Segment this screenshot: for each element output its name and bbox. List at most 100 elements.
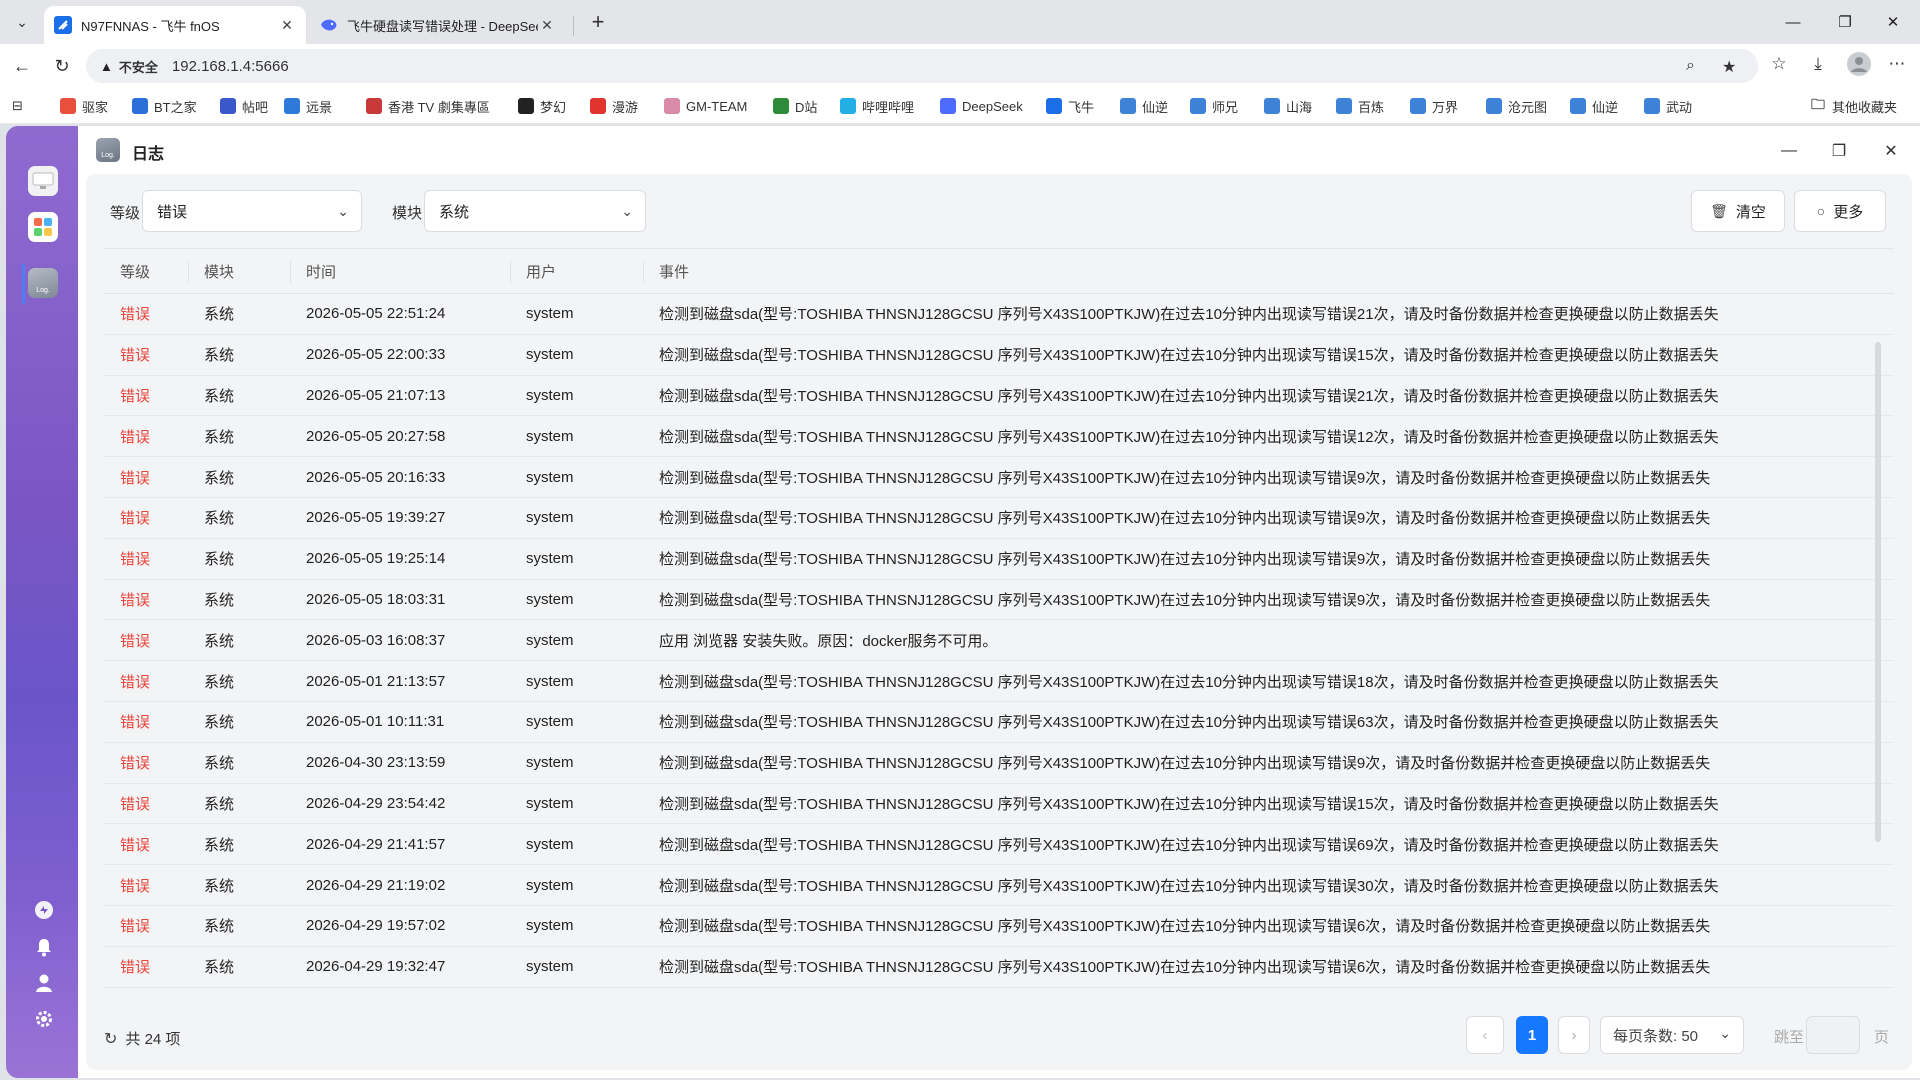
table-row[interactable]: 错误 系统 2026-05-05 22:51:24 system 检测到磁盘sda(型号… xyxy=(104,294,1894,335)
window-title: 日志 xyxy=(132,146,165,163)
bookmark-item[interactable]: 梦幻 xyxy=(518,96,566,116)
bookmark-item[interactable]: 飞牛 xyxy=(1046,96,1094,116)
column-header-time[interactable]: 时间 xyxy=(290,249,510,293)
page-size-select[interactable]: 每页条数: 50 ⌄ xyxy=(1600,1016,1744,1054)
address-bar[interactable]: ▲ 不安全 192.168.1.4:5666 ⌕ ★ xyxy=(86,49,1758,83)
page-1-button[interactable]: 1 xyxy=(1516,1016,1548,1054)
new-tab-icon[interactable]: + xyxy=(584,8,612,36)
tab-fnos[interactable]: N97FNNAS - 飞牛 fnOS ✕ xyxy=(44,6,306,44)
cell-level: 错误 xyxy=(120,551,151,569)
table-row[interactable]: 错误 系统 2026-05-05 19:25:14 system 检测到磁盘sda(型号… xyxy=(104,539,1894,580)
bookmark-item[interactable]: 驱家 xyxy=(60,96,108,116)
jump-page-input[interactable] xyxy=(1806,1016,1860,1054)
table-row[interactable]: 错误 系统 2026-05-05 21:07:13 system 检测到磁盘sda(型号… xyxy=(104,376,1894,417)
cell-user: system xyxy=(526,672,574,690)
cell-time: 2026-04-30 23:13:59 xyxy=(306,754,446,772)
favorite-star-icon[interactable]: ★ xyxy=(1722,57,1736,77)
table-body: 错误 系统 2026-05-05 22:51:24 system 检测到磁盘sda(型号… xyxy=(104,294,1894,988)
favorites-icon[interactable]: ☆ xyxy=(1766,54,1792,74)
bookmarks-toggle-icon[interactable]: ⊟ xyxy=(12,96,23,116)
restore-icon[interactable]: ❐ xyxy=(1818,0,1872,44)
table-row[interactable]: 错误 系统 2026-04-29 21:19:02 system 检测到磁盘sda(型号… xyxy=(104,865,1894,906)
deepseek-favicon-icon xyxy=(320,16,338,34)
tab-close-icon[interactable]: ✕ xyxy=(538,17,556,34)
bookmark-item[interactable]: 万界 xyxy=(1410,96,1458,116)
security-label: 不安全 xyxy=(118,59,158,75)
zoom-icon[interactable]: ⌕ xyxy=(1686,57,1695,75)
table-row[interactable]: 错误 系统 2026-04-29 19:32:47 system 检测到磁盘sda(型号… xyxy=(104,947,1894,988)
table-row[interactable]: 错误 系统 2026-05-05 20:16:33 system 检测到磁盘sda(型号… xyxy=(104,457,1894,498)
bookmark-item[interactable]: 远景 xyxy=(284,96,332,116)
url-text[interactable]: 192.168.1.4:5666 xyxy=(172,58,289,75)
table-row[interactable]: 错误 系统 2026-04-29 19:57:02 system 检测到磁盘sda(型号… xyxy=(104,906,1894,947)
next-page-button[interactable]: › xyxy=(1558,1016,1590,1054)
bookmark-label: 飞牛 xyxy=(1068,99,1095,115)
bookmark-item[interactable]: 帖吧 xyxy=(220,96,268,116)
table-row[interactable]: 错误 系统 2026-05-05 22:00:33 system 检测到磁盘sda(型号… xyxy=(104,335,1894,376)
column-header-level[interactable]: 等级 xyxy=(104,249,188,293)
column-header-module[interactable]: 模块 xyxy=(188,249,290,293)
minimize-icon[interactable]: — xyxy=(1766,0,1820,44)
bookmark-item[interactable]: 山海 xyxy=(1264,96,1312,116)
notification-bell-icon[interactable] xyxy=(33,936,55,958)
table-scrollbar[interactable] xyxy=(1875,342,1881,842)
window-maximize-icon[interactable]: ❐ xyxy=(1824,136,1854,166)
reload-icon[interactable]: ↻ xyxy=(46,50,78,82)
table-row[interactable]: 错误 系统 2026-05-03 16:08:37 system 应用 浏览器 安装失败… xyxy=(104,620,1894,662)
bookmark-item[interactable]: GM-TEAM xyxy=(664,96,747,116)
bookmark-item[interactable]: D站 xyxy=(773,96,817,116)
window-titlebar[interactable]: Log. 日志 — ❐ ✕ xyxy=(78,126,1920,174)
download-icon[interactable]: ⤓ xyxy=(1805,54,1831,74)
desktop-monitor-icon[interactable] xyxy=(28,166,58,196)
table-row[interactable]: 错误 系统 2026-05-01 10:11:31 system 检测到磁盘sda(型号… xyxy=(104,702,1894,743)
settings-gear-icon[interactable] xyxy=(33,1008,55,1030)
table-row[interactable]: 错误 系统 2026-05-05 19:39:27 system 检测到磁盘sda(型号… xyxy=(104,498,1894,539)
tab-deepseek[interactable]: 飞牛硬盘读写错误处理 - DeepSeek ✕ xyxy=(310,6,566,44)
table-row[interactable]: 错误 系统 2026-05-05 18:03:31 system 检测到磁盘sda(型号… xyxy=(104,580,1894,621)
column-header-event[interactable]: 事件 xyxy=(643,249,1894,293)
other-bookmarks[interactable]: 🗀 其他收藏夹 xyxy=(1810,96,1897,116)
bookmark-favicon-icon xyxy=(1486,98,1502,114)
table-row[interactable]: 错误 系统 2026-05-01 21:13:57 system 检测到磁盘sda(型号… xyxy=(104,661,1894,702)
bookmark-item[interactable]: 哔哩哔哩 xyxy=(840,96,914,116)
log-app-icon[interactable]: Log. xyxy=(28,268,58,298)
table-row[interactable]: 错误 系统 2026-04-30 23:13:59 system 检测到磁盘sda(型号… xyxy=(104,743,1894,784)
refresh-icon[interactable]: ↻ xyxy=(104,1029,117,1049)
avatar-icon[interactable] xyxy=(1846,52,1872,81)
cell-user: system xyxy=(526,468,574,486)
back-icon[interactable]: ← xyxy=(6,50,38,82)
window-close-icon[interactable]: ✕ xyxy=(1876,136,1906,166)
user-icon[interactable] xyxy=(33,972,55,994)
table-row[interactable]: 错误 系统 2026-04-29 23:54:42 system 检测到磁盘sda(型号… xyxy=(104,784,1894,825)
bookmark-item[interactable]: 仙逆 xyxy=(1120,96,1168,116)
sync-icon[interactable] xyxy=(33,899,55,921)
bookmark-item[interactable]: BT之家 xyxy=(132,96,197,116)
log-window: Log. 日志 — ❐ ✕ 等级 错误 ⌄ 模块 系统 ⌄ 🗑 清空 ○ 更多 xyxy=(78,126,1920,1078)
tab-list-dropdown-icon[interactable]: ⌄ xyxy=(8,8,36,36)
table-row[interactable]: 错误 系统 2026-04-29 21:41:57 system 检测到磁盘sda(型号… xyxy=(104,824,1894,866)
more-button[interactable]: ○ 更多 xyxy=(1794,190,1886,232)
bookmark-item[interactable]: 师兄 xyxy=(1190,96,1238,116)
bookmark-item[interactable]: 仙逆 xyxy=(1570,96,1618,116)
column-header-user[interactable]: 用户 xyxy=(510,249,643,293)
clear-button[interactable]: 🗑 清空 xyxy=(1691,190,1785,232)
bookmark-item[interactable]: 武动 xyxy=(1644,96,1692,116)
table-row[interactable]: 错误 系统 2026-05-05 20:27:58 system 检测到磁盘sda(型号… xyxy=(104,416,1894,458)
page-size-label: 每页条数: 50 xyxy=(1613,1027,1699,1045)
bookmark-item[interactable]: 百炼 xyxy=(1336,96,1384,116)
bookmark-item[interactable]: 沧元图 xyxy=(1486,96,1547,116)
app-center-icon[interactable] xyxy=(28,212,58,242)
more-options-icon[interactable]: ⋯ xyxy=(1884,54,1910,74)
prev-page-button[interactable]: ‹ xyxy=(1466,1016,1504,1054)
tab-close-icon[interactable]: ✕ xyxy=(278,17,296,34)
cell-event: 检测到磁盘sda(型号:TOSHIBA THNSNJ128GCSU 序列号X43… xyxy=(659,591,1711,609)
bookmark-item[interactable]: DeepSeek xyxy=(940,96,1023,116)
bookmark-item[interactable]: 香港 TV 劇集專區 xyxy=(366,96,490,116)
window-minimize-icon[interactable]: — xyxy=(1774,136,1804,166)
bookmark-item[interactable]: 漫游 xyxy=(590,96,638,116)
desktop-dock: Log. xyxy=(6,126,78,1078)
module-select[interactable]: 系统 ⌄ xyxy=(424,190,646,232)
close-window-icon[interactable]: ✕ xyxy=(1866,0,1920,44)
level-select[interactable]: 错误 ⌄ xyxy=(142,190,362,232)
cell-level: 错误 xyxy=(120,755,151,773)
